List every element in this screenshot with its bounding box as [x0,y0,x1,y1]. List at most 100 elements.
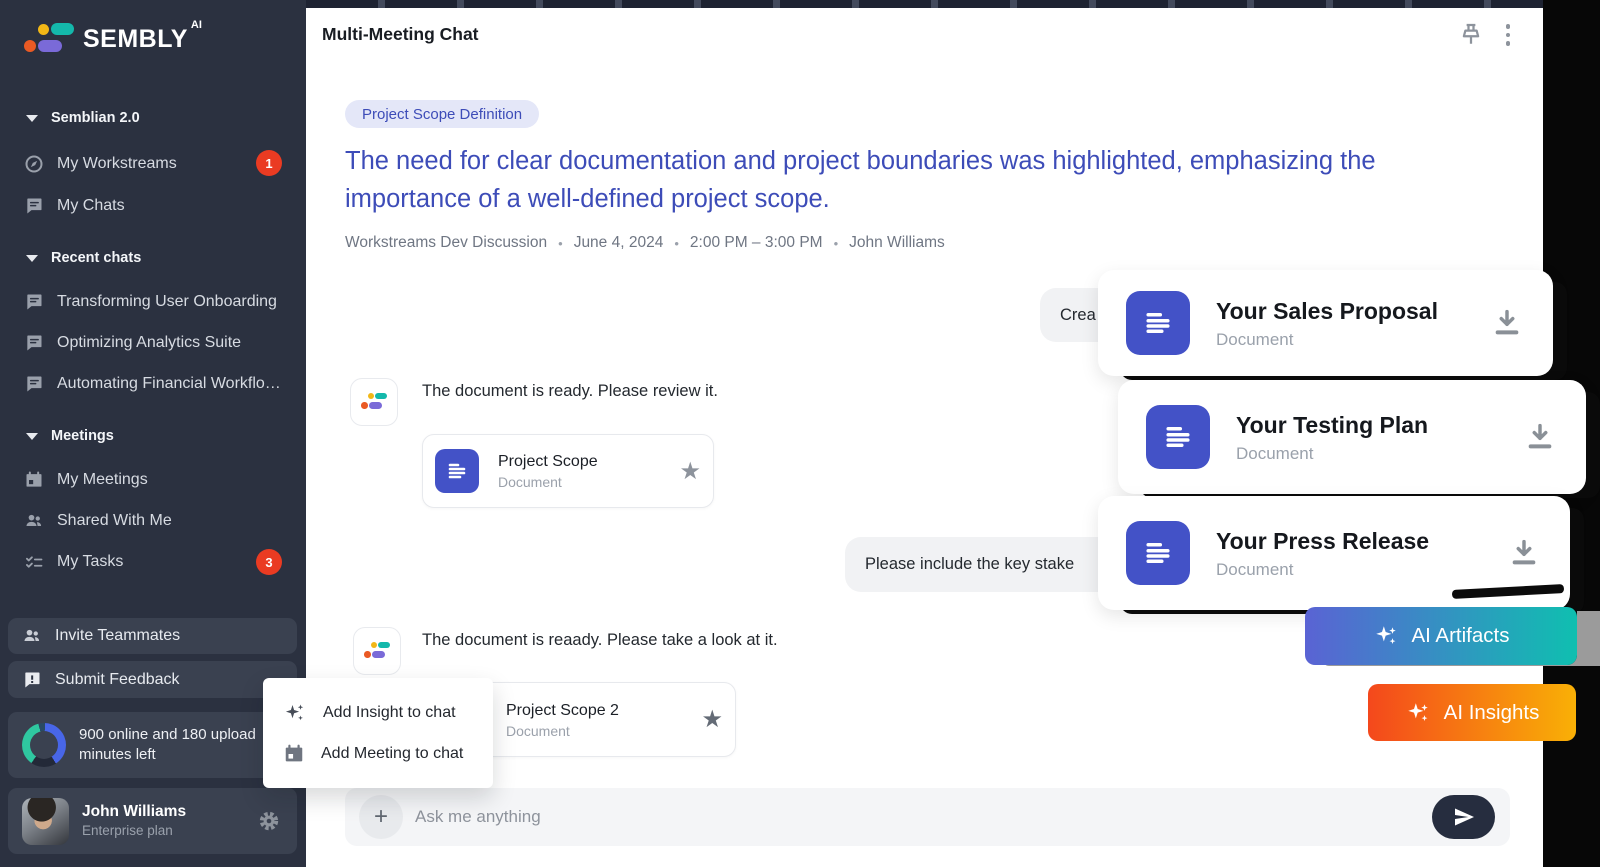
artifact-card-sales-proposal[interactable]: Your Sales Proposal Document [1098,270,1553,376]
usage-meter[interactable]: 900 online and 180 upload minutes left [8,712,297,778]
sparkles-icon [1373,623,1399,649]
decorative-top-strip [306,0,1543,8]
feedback-icon [22,670,42,690]
sparkles-icon [283,701,307,725]
artifact-subtitle: Document [1216,328,1438,352]
sidebar-item-my-tasks[interactable]: My Tasks [24,548,282,576]
gear-icon[interactable] [257,809,281,833]
meta-author: John Williams [849,234,945,252]
people-icon [24,511,44,531]
sembly-logo-icon [364,642,390,660]
topic-tag[interactable]: Project Scope Definition [345,100,539,128]
sidebar-item-label: Automating Financial Workflo… [57,375,281,393]
section-label: Recent chats [51,250,141,266]
profile-card[interactable]: John Williams Enterprise plan [8,788,297,854]
artifact-subtitle: Document [1236,442,1428,466]
invite-teammates-button[interactable]: Invite Teammates [8,618,297,654]
artifact-title: Your Sales Proposal [1216,295,1438,328]
workstreams-badge: 1 [256,150,282,176]
sidebar-item-shared-with-me[interactable]: Shared With Me [24,507,282,535]
chat-icon [24,333,44,353]
artifact-title: Your Testing Plan [1236,409,1428,442]
sidebar-item-recent-chat[interactable]: Optimizing Analytics Suite [24,329,282,357]
pin-icon[interactable] [1456,20,1486,50]
submit-feedback-label: Submit Feedback [55,671,180,689]
ai-insights-button[interactable]: AI Insights [1368,684,1576,741]
download-icon[interactable] [1524,421,1556,453]
document-icon [1146,405,1210,469]
meeting-meta: Workstreams Dev Discussion • June 4, 202… [345,234,945,252]
chat-icon [24,196,44,216]
download-icon[interactable] [1491,307,1523,339]
people-icon [22,626,42,646]
sidebar-item-label: Transforming User Onboarding [57,293,277,311]
ai-artifacts-label: AI Artifacts [1412,624,1510,648]
download-icon[interactable] [1508,537,1540,569]
sidebar: SEMBLYAI Semblian 2.0 My Workstreams 1 M… [0,0,306,867]
send-icon [1452,805,1476,829]
attach-plus-button[interactable]: + [359,795,403,839]
menu-item-add-meeting[interactable]: Add Meeting to chat [263,733,493,774]
tasks-icon [24,552,44,572]
section-semblian[interactable]: Semblian 2.0 [26,110,140,126]
bot-message-text: The document is reaady. Please take a lo… [422,631,778,650]
document-card[interactable]: Project Scope Document ★ [422,434,714,508]
document-icon [435,449,479,493]
composer-bar: + [345,788,1510,846]
star-icon[interactable]: ★ [679,457,701,486]
kebab-menu-icon[interactable] [1496,22,1520,48]
sidebar-item-label: My Tasks [57,553,123,571]
submit-feedback-button[interactable]: Submit Feedback [8,661,297,698]
sketch-shadow-gray [1577,611,1600,666]
sidebar-item-label: Optimizing Analytics Suite [57,334,241,352]
sembly-logo-icon [361,393,387,411]
document-subtitle: Document [506,722,619,741]
page-title: Multi-Meeting Chat [322,24,479,45]
document-title: Project Scope [498,450,598,473]
section-label: Semblian 2.0 [51,110,140,126]
bot-message-text: The document is ready. Please review it. [422,382,718,401]
chat-icon [24,292,44,312]
sembly-logo[interactable]: SEMBLYAI [24,22,202,56]
invite-teammates-label: Invite Teammates [55,627,180,645]
tasks-badge: 3 [256,549,282,575]
document-icon [1126,291,1190,355]
summary-headline: The need for clear documentation and pro… [345,142,1470,218]
sidebar-item-my-workstreams[interactable]: My Workstreams [24,150,282,178]
sidebar-item-label: My Meetings [57,471,148,489]
menu-item-add-insight[interactable]: Add Insight to chat [263,692,493,733]
calendar-icon [283,743,305,765]
chevron-down-icon [26,255,38,262]
section-recent-chats[interactable]: Recent chats [26,250,141,266]
ask-input[interactable] [415,807,1365,827]
artifact-card-testing-plan[interactable]: Your Testing Plan Document [1118,380,1586,494]
attach-context-menu: Add Insight to chat Add Meeting to chat [263,678,493,788]
sidebar-item-recent-chat[interactable]: Automating Financial Workflo… [24,370,282,398]
avatar [22,798,69,845]
sparkles-icon [1405,700,1431,726]
chevron-down-icon [26,433,38,440]
meta-date: June 4, 2024 [574,234,664,252]
send-button[interactable] [1432,795,1495,839]
sidebar-item-my-chats[interactable]: My Chats [24,192,282,220]
artifact-subtitle: Document [1216,558,1429,582]
document-title: Project Scope 2 [506,699,619,722]
section-meetings[interactable]: Meetings [26,428,114,444]
star-icon[interactable]: ★ [701,705,723,734]
app-window: SEMBLYAI Semblian 2.0 My Workstreams 1 M… [0,0,1600,867]
bot-avatar [350,378,398,426]
profile-plan: Enterprise plan [82,822,186,840]
chat-icon [24,374,44,394]
ai-insights-label: AI Insights [1444,701,1540,725]
compass-icon [24,154,44,174]
sidebar-item-my-meetings[interactable]: My Meetings [24,466,282,494]
document-subtitle: Document [498,473,598,492]
meta-source: Workstreams Dev Discussion [345,234,547,252]
chevron-down-icon [26,115,38,122]
document-icon [1126,521,1190,585]
usage-text: 900 online and 180 upload minutes left [79,725,269,765]
usage-progress-ring [22,723,66,767]
ai-artifacts-button[interactable]: AI Artifacts [1305,607,1577,665]
brand-text: SEMBLY [83,25,188,53]
sidebar-item-recent-chat[interactable]: Transforming User Onboarding [24,288,282,316]
